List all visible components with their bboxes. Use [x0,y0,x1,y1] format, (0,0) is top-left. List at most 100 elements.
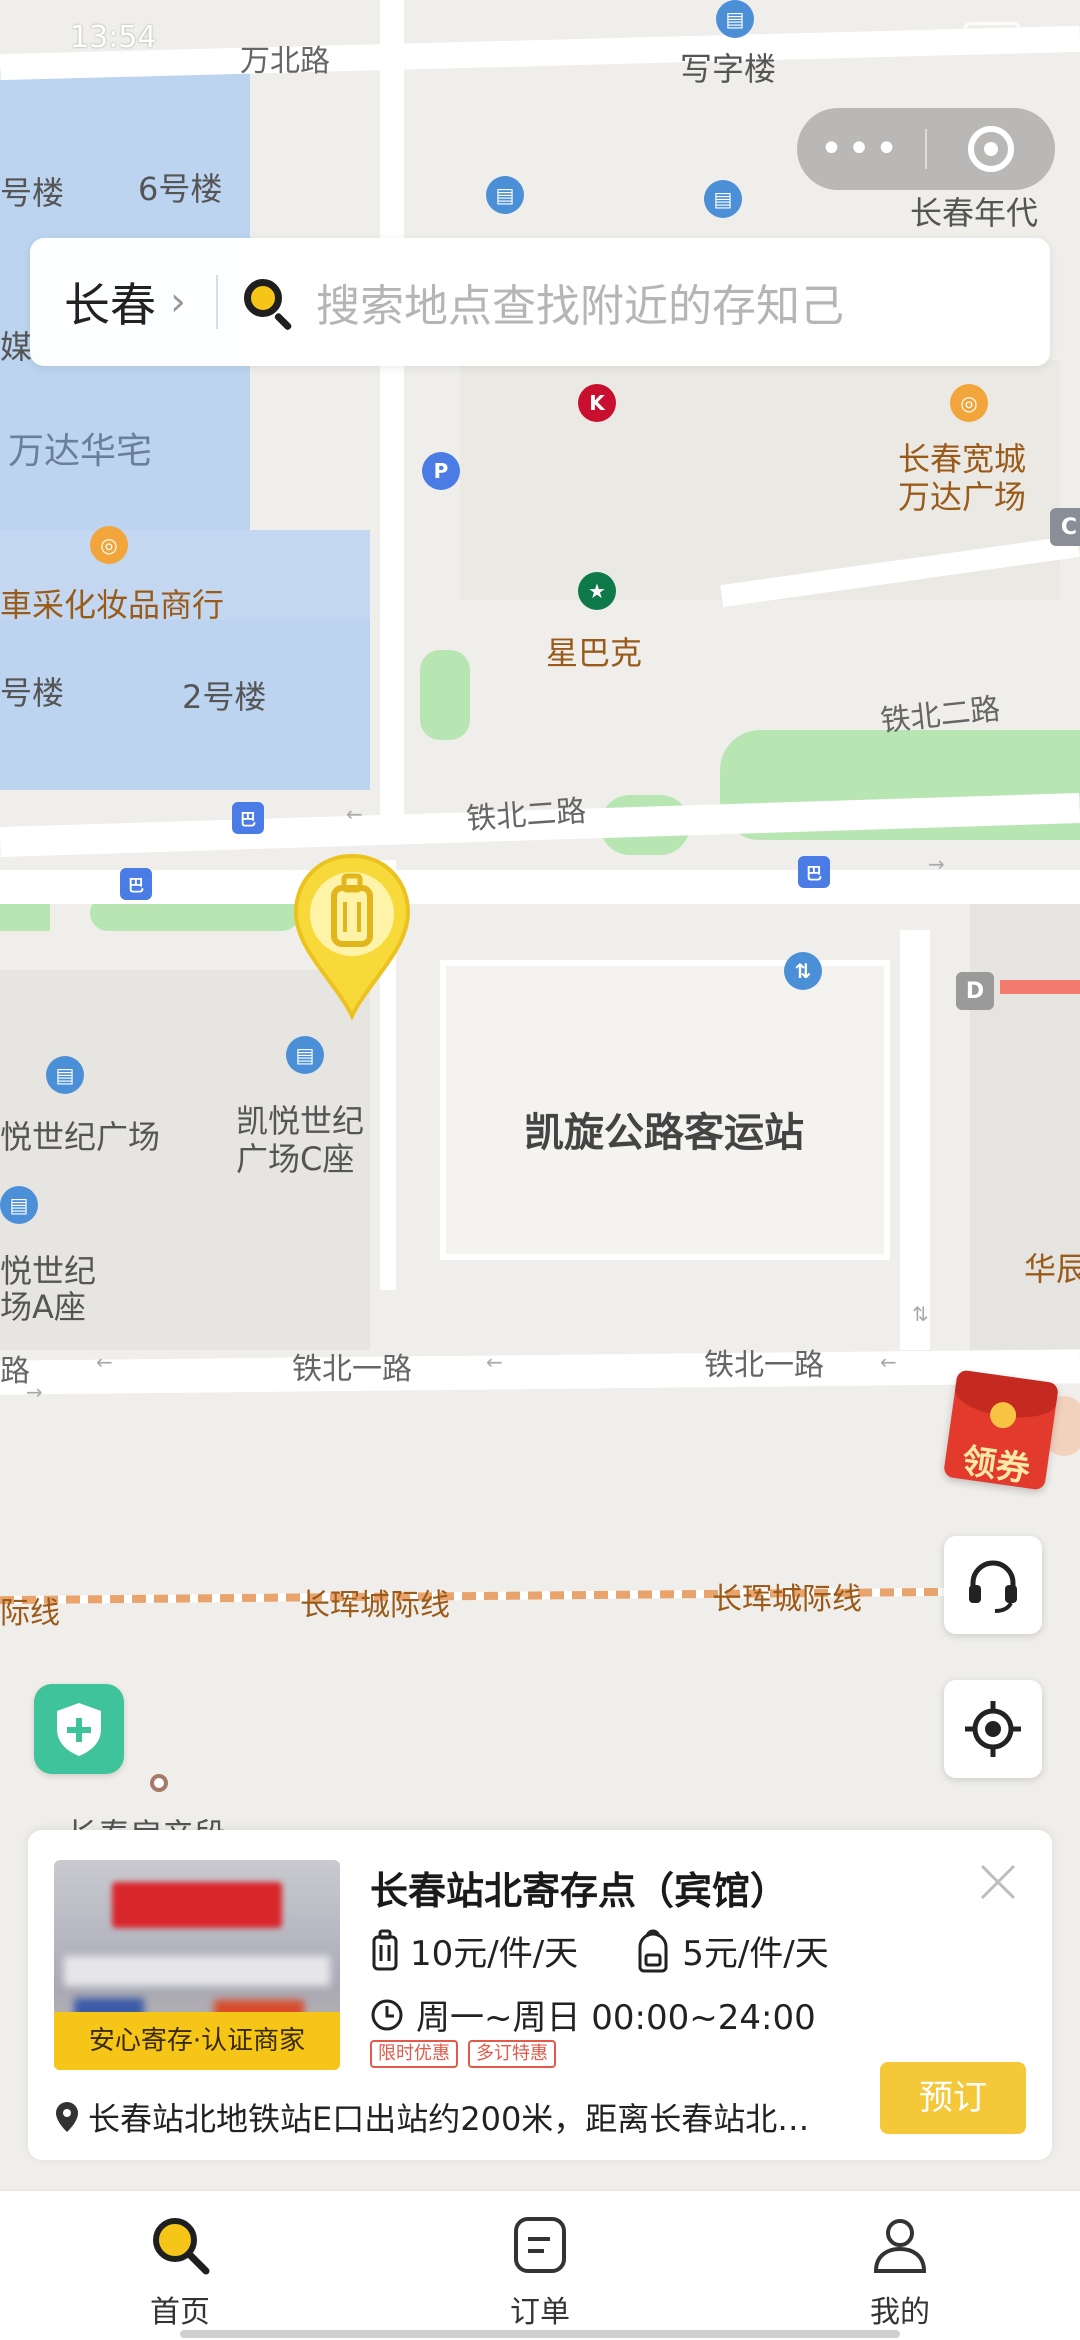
locate-me-button[interactable] [944,1680,1042,1778]
shop-card[interactable]: 安心寄存·认证商家 长春站北寄存点（宾馆） 10元/件/天 5元/件/天 周一~… [28,1830,1052,2160]
promo-tag: 限时优惠 [370,2040,458,2068]
map-label-road: 铁北二路 [465,793,588,838]
starbucks-icon: ★ [578,572,616,610]
bus-station-icon: ⇅ [784,952,822,990]
price-row: 10元/件/天 5元/件/天 [370,1926,885,1975]
city-selector[interactable]: 长春 › [30,269,186,335]
locate-icon [965,1701,1021,1757]
red-envelope-icon: 领券 [942,1369,1060,1491]
bottom-nav: 首页 订单 我的 [0,2190,1080,2340]
close-card-button[interactable] [968,1852,1028,1912]
map-label-rail: 际线 [0,1596,60,1631]
city-name: 长春 [64,278,156,332]
certified-badge: 安心寄存·认证商家 [54,2012,340,2070]
map-green-area [420,650,470,740]
price-luggage: 10元/件/天 [370,1926,578,1975]
shop-photo[interactable]: 安心寄存·认证商家 [54,1860,340,2070]
map-road [0,1349,1080,1395]
map-label-poi: 車采化妆品商行 [0,586,225,624]
status-bar: 13:54 [0,0,1080,80]
shield-icon [57,1703,101,1756]
search-icon [148,2213,212,2277]
nav-label: 首页 [150,2295,210,2330]
road-arrow-icon: ← [96,1350,113,1374]
bus-stop-icon: 巴 [232,802,264,834]
map-road [380,0,404,830]
insurance-button[interactable] [34,1684,124,1774]
status-icons [852,22,1020,50]
status-time: 13:54 [70,20,157,55]
clock-icon [371,1999,403,2030]
map-metro-line [1000,980,1080,994]
map-label: 2号楼 [182,678,267,716]
place-dot-icon [150,1774,168,1792]
map-label: 号楼 [0,174,65,212]
building-icon: ▤ [286,1036,324,1074]
nav-label: 我的 [870,2295,930,2330]
hours-row: 周一~周日 00:00~24:00 [370,1990,816,2039]
search-input[interactable]: 搜索地点查找附近的存知己 [316,270,844,334]
map-block [970,900,1080,1360]
price-bag: 5元/件/天 [634,1926,829,1975]
map-road [900,930,930,1350]
coupon-label: 领券 [959,1441,1033,1491]
map-label: 悦世纪广场 [0,1118,161,1156]
bus-stop-icon: 巴 [120,868,152,900]
road-arrow-icon: ← [880,1350,897,1374]
more-options-button[interactable]: ••• [797,108,925,190]
building-icon: ▤ [0,1186,38,1224]
promo-tag: 多订特惠 [468,2040,556,2068]
map-label: 号楼 [0,674,65,712]
search-divider [216,275,218,329]
kfc-icon: K [578,384,616,422]
road-arrow-icon: → [26,1380,43,1404]
close-icon [980,1864,1016,1900]
shopping-icon: ◎ [90,526,128,564]
map-label-poi: 万达广场 [898,478,1027,516]
miniprogram-capsule: ••• [797,108,1055,190]
map-label: 万达华宅 [8,431,153,472]
nav-orders[interactable]: 订单 [360,2191,720,2340]
map-label: 场A座 [0,1288,86,1326]
metro-c-icon: C [1050,508,1080,546]
road-arrow-icon: ← [486,1350,503,1374]
location-pin-icon [56,2102,78,2132]
home-indicator [180,2330,900,2338]
coupon-button[interactable]: 领券 [942,1366,1080,1491]
map-label-road: 铁北一路 [292,1352,412,1387]
hours-text: 周一~周日 00:00~24:00 [416,1998,816,2038]
user-icon [868,2213,932,2277]
customer-service-button[interactable] [944,1536,1042,1634]
road-arrow-icon: ← [346,802,363,826]
map-label-poi: 星巴克 [546,634,643,672]
shop-name: 长春站北寄存点（宾馆） [370,1869,789,1913]
road-arrow-icon: ⇅ [912,1302,929,1326]
map-label-rail: 长珲城际线 [712,1582,862,1617]
bus-stop-icon: 巴 [798,856,830,888]
map-label: 广场C座 [236,1140,355,1178]
book-button[interactable]: 预订 [880,2062,1026,2134]
order-icon [508,2213,572,2277]
nav-profile[interactable]: 我的 [720,2191,1080,2340]
road-arrow-icon: → [928,852,945,876]
nav-home[interactable]: 首页 [0,2191,360,2340]
map-label-station: 凯旋公路客运站 [524,1110,804,1156]
promo-tags: 限时优惠 多订特惠 [370,2040,556,2068]
map-label: 长春年代 [910,194,1039,232]
address-row[interactable]: 长春站北地铁站E口出站约200米，距离长春站北… [54,2094,854,2140]
nav-label: 订单 [510,2295,570,2330]
map-label-rail: 长珲城际线 [300,1588,450,1623]
close-miniprogram-button[interactable] [927,126,1055,172]
target-icon [968,126,1014,172]
signal-icon [852,22,886,50]
address-text: 长春站北地铁站E口出站约200米，距离长春站北… [88,2100,810,2138]
battery-icon [964,22,1020,50]
shopping-icon: ◎ [950,384,988,422]
chevron-right-icon: › [170,279,186,325]
metro-d-icon: D [956,972,994,1010]
luggage-pin-icon[interactable] [290,852,414,1021]
parking-icon: P [422,452,460,490]
search-bar: 长春 › 搜索地点查找附近的存知己 [30,238,1050,366]
backpack-icon [638,1929,668,1972]
map-label: 6号楼 [138,170,223,208]
